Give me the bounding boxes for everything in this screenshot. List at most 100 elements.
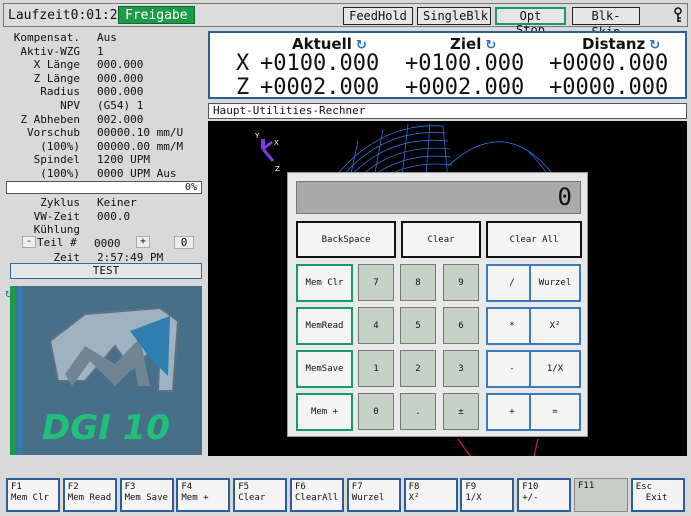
status-row: VW-Zeit 000.0: [3, 210, 203, 223]
fkey-label: 1/X: [465, 493, 482, 503]
status-label: NPV: [60, 99, 80, 112]
feedhold-button[interactable]: FeedHold: [343, 7, 413, 25]
mem-read-button[interactable]: MemRead: [296, 307, 353, 345]
digit-button[interactable]: 5: [400, 307, 436, 344]
optstop-button[interactable]: Opt Stop: [495, 7, 566, 37]
status-label: X Länge: [33, 58, 80, 72]
fkey-key: F4: [181, 482, 193, 492]
blockskip-button[interactable]: Blk-Skip: [572, 7, 640, 39]
dro-z-target: +0002.000: [405, 75, 525, 100]
fkey-key: F5: [238, 482, 250, 492]
digit-button[interactable]: 1: [358, 350, 394, 387]
test-button[interactable]: TEST: [10, 263, 202, 279]
status-label: (100%): [40, 167, 80, 180]
key-icon[interactable]: [674, 7, 682, 27]
fkey-f4[interactable]: F4 Mem +: [176, 478, 231, 512]
dro-x-actual[interactable]: +0100.000: [260, 51, 379, 76]
reciprocal-button[interactable]: 1/X: [529, 350, 581, 388]
fkey-key: F11: [578, 481, 595, 491]
fkey-f2[interactable]: F2 Mem Read: [62, 478, 117, 512]
digit-button[interactable]: 2: [400, 350, 436, 387]
part-decrement-button[interactable]: -: [22, 236, 36, 248]
digit-button[interactable]: 7: [358, 264, 394, 301]
part-increment-button[interactable]: +: [136, 236, 150, 248]
status-value: 00000.10 mm/U: [97, 126, 184, 140]
status-row: Z Abheben 002.000: [3, 113, 203, 126]
digit-button[interactable]: ±: [443, 393, 479, 430]
status-row: X Länge 000.000: [3, 58, 203, 71]
dro-x-target: +0100.000: [405, 51, 525, 76]
digit-button[interactable]: 4: [358, 307, 394, 344]
fkey-esc[interactable]: Esc Exit: [630, 478, 685, 512]
square-button[interactable]: X²: [529, 307, 581, 345]
status-value: 000.000: [97, 71, 144, 85]
fkey-f6[interactable]: F6 ClearAll: [290, 478, 344, 512]
digit-button[interactable]: 3: [443, 350, 479, 387]
dro-axis-z: Z: [236, 75, 250, 100]
fkey-f7[interactable]: F7 Wurzel: [346, 478, 401, 512]
fkey-label: +/-: [522, 493, 539, 503]
digit-button[interactable]: 0: [358, 393, 394, 430]
calculator-dialog: 0 BackSpace Clear Clear All Mem Clr 7 8 9/W…: [287, 172, 588, 437]
fkey-f10[interactable]: F10 +/-: [517, 478, 572, 512]
status-label: Aktiv-WZG: [20, 44, 80, 58]
fkey-label: Mem Clr: [11, 493, 49, 503]
singleblock-button[interactable]: SingleBlk: [417, 7, 491, 25]
digit-button[interactable]: .: [400, 393, 436, 430]
fkey-key: F9: [465, 482, 477, 492]
triad-y-label: Y: [254, 132, 260, 140]
fkey-label: ClearAll: [295, 493, 339, 503]
digit-button[interactable]: 9: [443, 264, 479, 301]
digit-button[interactable]: 8: [400, 264, 436, 301]
status-row: Kompensat. Aus: [3, 31, 203, 44]
clear-button[interactable]: Clear: [401, 221, 481, 258]
status-value: 1: [97, 44, 104, 58]
status-value: 0000 UPM Aus: [97, 167, 177, 180]
fkey-label: Exit: [645, 493, 668, 503]
fkey-f3[interactable]: F3 Mem Save: [119, 478, 174, 512]
status-label: Radius: [40, 85, 80, 99]
part-value: 0000: [94, 237, 121, 250]
part-label: Teil #: [37, 236, 77, 249]
clear-all-button[interactable]: Clear All: [486, 221, 582, 258]
fkey-key: F6: [295, 482, 306, 492]
fkey-key: F2: [67, 482, 79, 492]
progress-bar: 0%: [6, 181, 202, 194]
status-row: Spindel 1200 UPM: [3, 153, 203, 166]
fkey-f1[interactable]: F1 Mem Clr: [6, 478, 60, 512]
mem-plus-button[interactable]: Mem +: [296, 393, 353, 431]
fkey-f5[interactable]: F5 Clear: [233, 478, 288, 512]
status-value: 000.0: [97, 209, 131, 223]
dro-z-actual[interactable]: +0002.000: [260, 75, 379, 100]
status-value: 1200 UPM: [97, 153, 150, 167]
part-count-box[interactable]: 0: [174, 236, 194, 249]
dro-z-distance: +0000.000: [549, 75, 669, 100]
fkey-f9[interactable]: F9 1/X: [460, 478, 515, 512]
fkey-f8[interactable]: F8 X²: [403, 478, 458, 512]
status-row: (100%) 0000 UPM Aus: [3, 167, 203, 180]
tab-breadcrumb[interactable]: Haupt-Utilities-Rechner: [208, 103, 687, 119]
status-row: (100%) 00000.00 mm/M: [3, 140, 203, 153]
fkey-f11[interactable]: F11: [574, 478, 628, 512]
status-row: Aktiv-WZG 1: [3, 45, 203, 58]
enable-indicator: Freigabe: [118, 6, 195, 24]
status-rows-2: Zyklus Keiner VW-Zeit 000.0 Kühlung: [3, 196, 206, 236]
backspace-button[interactable]: BackSpace: [296, 221, 396, 258]
digit-button[interactable]: 6: [443, 307, 479, 344]
axis-triad: Y X Z: [254, 132, 280, 173]
status-label: VW-Zeit: [33, 209, 80, 223]
status-value: (G54) 1: [97, 99, 144, 112]
mem-clear-button[interactable]: Mem Clr: [296, 264, 353, 302]
sqrt-button[interactable]: Wurzel: [529, 264, 581, 302]
equals-button[interactable]: =: [529, 393, 581, 431]
status-label: Zyklus: [40, 196, 80, 209]
fkey-label: Clear: [238, 493, 266, 503]
status-row: Zyklus Keiner: [3, 196, 203, 209]
triad-z-label: Z: [275, 165, 280, 173]
fkey-key: F3: [124, 482, 136, 492]
status-value: 002.000: [97, 112, 144, 126]
mem-save-button[interactable]: MemSave: [296, 350, 353, 388]
part-counter: - Teil # 0000 + 0: [3, 236, 206, 250]
fkey-key: F1: [11, 482, 22, 492]
status-row: Z Länge 000.000: [3, 72, 203, 85]
